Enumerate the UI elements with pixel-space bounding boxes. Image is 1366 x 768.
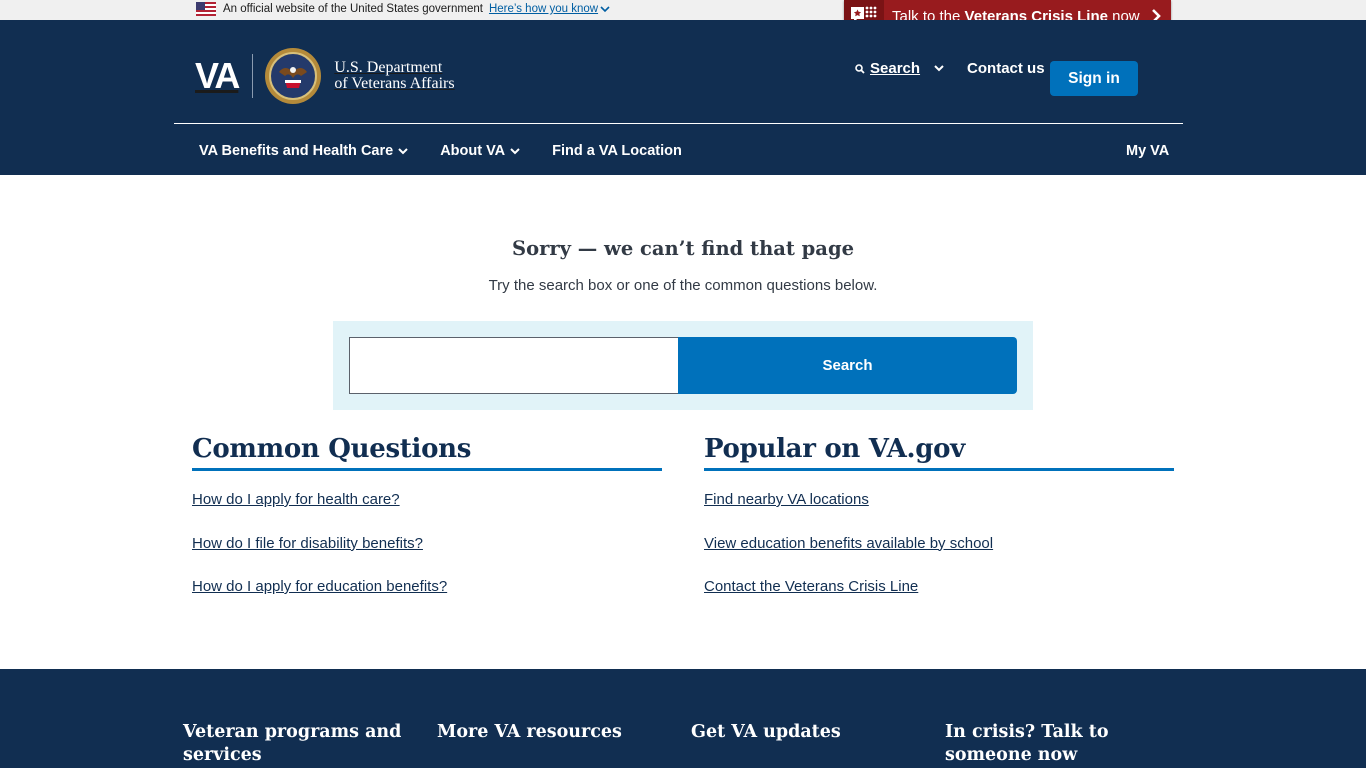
sign-in-button[interactable]: Sign in xyxy=(1050,61,1138,96)
contact-us-link[interactable]: Contact us xyxy=(967,60,1045,77)
page-subtitle: Try the search box or one of the common … xyxy=(488,277,878,294)
search-icon xyxy=(855,63,865,74)
chevron-down-icon xyxy=(934,65,944,72)
link-education-by-school[interactable]: View education benefits available by sch… xyxy=(704,535,993,552)
common-questions-heading: Common Questions xyxy=(192,434,662,471)
heres-how-you-know-label: Here’s how you know xyxy=(488,3,599,15)
footer-heading-crisis: In crisis? Talk to someone now xyxy=(945,722,1109,765)
utility-nav: Search Contact us xyxy=(855,60,1045,77)
search-submit-button[interactable]: Search xyxy=(678,337,1017,394)
link-apply-health-care[interactable]: How do I apply for health care? xyxy=(192,491,400,508)
link-apply-education[interactable]: How do I apply for education benefits? xyxy=(192,578,447,595)
search-panel: Search xyxy=(333,321,1033,410)
popular-list: Find nearby VA locations View education … xyxy=(704,491,1174,622)
link-find-locations[interactable]: Find nearby VA locations xyxy=(704,491,869,508)
list-item: How do I apply for education benefits? xyxy=(192,578,662,622)
list-item: Contact the Veterans Crisis Line xyxy=(704,578,1174,622)
department-name: U.S. Department of Veterans Affairs xyxy=(334,59,455,92)
va-logo-link[interactable]: VA U.S. Department of Veterans Affairs xyxy=(195,48,455,104)
link-file-disability[interactable]: How do I file for disability benefits? xyxy=(192,535,423,552)
list-item: How do I file for disability benefits? xyxy=(192,535,662,579)
my-va-link[interactable]: My VA xyxy=(1126,143,1169,159)
va-logo-mark: VA xyxy=(195,55,240,96)
popular-section: Popular on VA.gov Find nearby VA locatio… xyxy=(704,434,1174,622)
site-footer: Veteran programs and services More VA re… xyxy=(0,669,1366,768)
search-input[interactable] xyxy=(349,337,679,394)
common-questions-list: How do I apply for health care? How do I… xyxy=(192,491,662,622)
link-contact-crisis-line[interactable]: Contact the Veterans Crisis Line xyxy=(704,578,918,595)
list-item: View education benefits available by sch… xyxy=(704,535,1174,579)
footer-heading-updates: Get VA updates xyxy=(691,722,841,742)
list-item: How do I apply for health care? xyxy=(192,491,662,535)
footer-heading-programs: Veteran programs and services xyxy=(183,722,402,765)
page-title: Sorry — we can’t find that page xyxy=(511,237,854,260)
chevron-down-icon xyxy=(510,147,520,154)
site-header: VA U.S. Department of Veterans Affairs S… xyxy=(0,20,1366,175)
header-search-label: Search xyxy=(870,60,921,77)
gov-banner-text: An official website of the United States… xyxy=(223,3,483,15)
common-questions-section: Common Questions How do I apply for heal… xyxy=(192,434,662,622)
va-seal-icon xyxy=(265,48,322,104)
nav-item-benefits[interactable]: VA Benefits and Health Care xyxy=(199,143,408,159)
main-nav: VA Benefits and Health Care About VA Fin… xyxy=(199,143,714,159)
logo-divider xyxy=(252,54,254,98)
nav-item-find-location[interactable]: Find a VA Location xyxy=(552,143,682,159)
footer-heading-resources: More VA resources xyxy=(437,722,622,742)
list-item: Find nearby VA locations xyxy=(704,491,1174,535)
popular-heading: Popular on VA.gov xyxy=(704,434,1174,471)
header-divider xyxy=(174,123,1183,124)
us-flag-icon xyxy=(196,2,216,16)
chevron-down-icon xyxy=(398,147,408,154)
nav-item-about-va[interactable]: About VA xyxy=(440,143,520,159)
chevron-down-icon xyxy=(600,5,610,12)
heres-how-you-know-link[interactable]: Here’s how you know xyxy=(489,3,610,15)
header-search-button[interactable]: Search xyxy=(855,60,949,77)
